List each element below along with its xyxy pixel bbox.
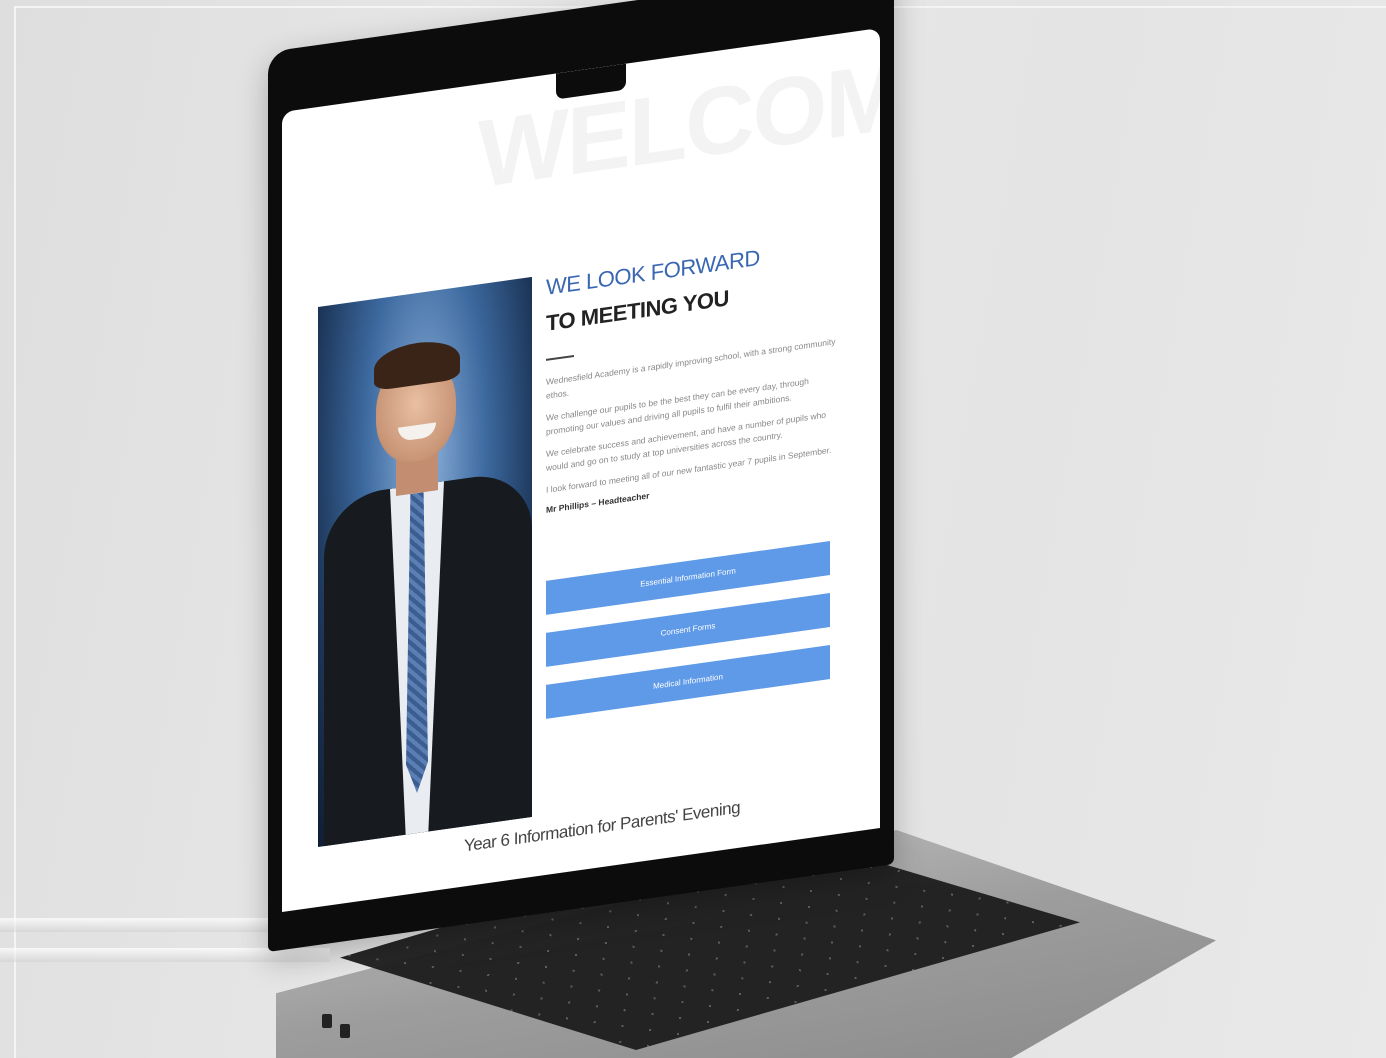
product-mockup-scene: WELCOME WE LOOK FORWARD TO MEETING YOU W…: [0, 0, 1386, 1058]
laptop-screen: WELCOME WE LOOK FORWARD TO MEETING YOU W…: [282, 27, 880, 913]
welcome-watermark: WELCOME: [478, 33, 880, 209]
welcome-content: WE LOOK FORWARD TO MEETING YOU Wednesfie…: [546, 233, 846, 515]
usb-c-port: [322, 1014, 332, 1028]
laptop-lid: WELCOME WE LOOK FORWARD TO MEETING YOU W…: [268, 0, 894, 953]
heading-divider: [546, 354, 574, 361]
headteacher-portrait: [318, 276, 532, 847]
usb-c-port: [340, 1024, 350, 1038]
form-buttons: Essential Information Form Consent Forms…: [546, 541, 830, 737]
